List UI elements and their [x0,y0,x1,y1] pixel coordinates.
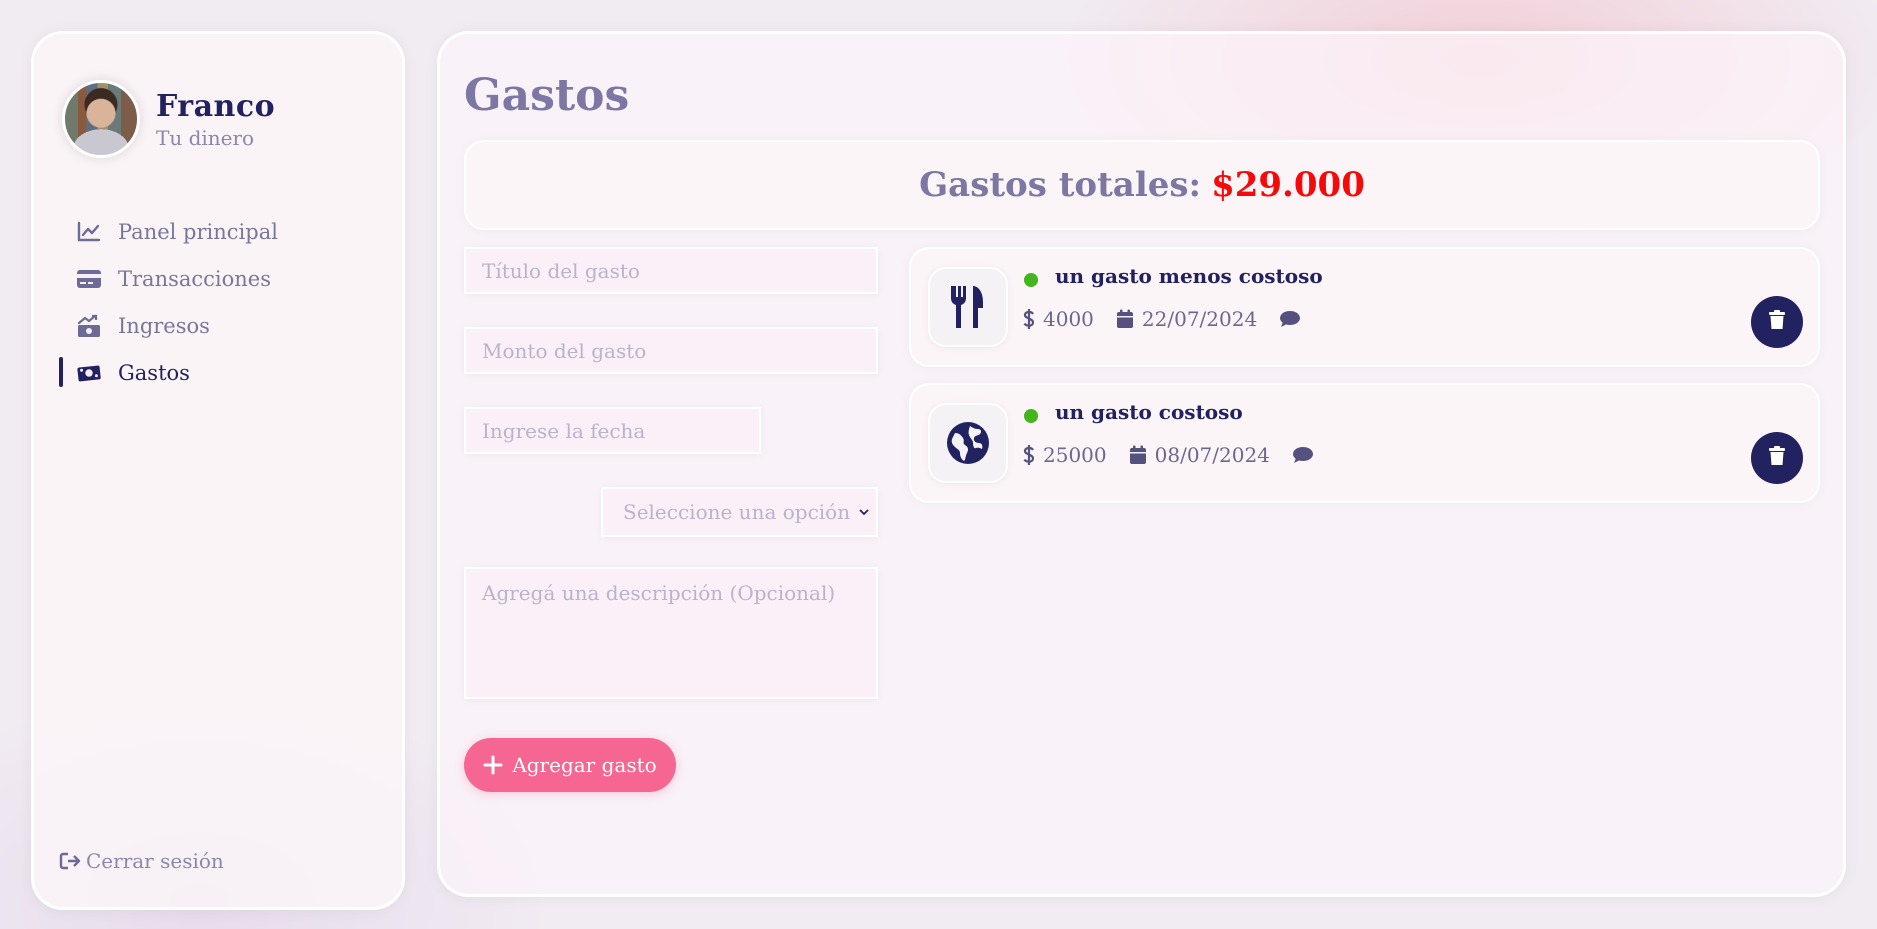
chart-line-icon [76,219,102,245]
user-subtitle: Tu dinero [156,125,255,150]
expense-card: un gasto menos costoso 4000 22/07/2024 [909,247,1820,367]
expense-description-textarea[interactable] [464,567,878,699]
trash-icon [1768,310,1786,334]
main-panel: Gastos Gastos totales: $29.000 Seleccion… [437,31,1846,897]
delete-expense-button[interactable] [1751,432,1803,484]
dollar-icon [1023,308,1035,330]
logout-button[interactable]: Cerrar sesión [59,849,224,873]
calendar-icon [1116,309,1134,329]
expense-card: un gasto costoso 25000 08/07/2024 [909,383,1820,503]
expense-title: un gasto costoso [1055,400,1243,424]
credit-card-icon [76,266,102,292]
user-name: Franco [156,88,276,124]
category-select[interactable]: Seleccione una opción [601,487,878,537]
sign-out-icon [59,850,83,872]
sidebar-item-label: Ingresos [118,313,210,338]
expense-meta: 25000 08/07/2024 [1023,443,1322,467]
total-value: $29.000 [1211,165,1365,205]
sidebar-item-gastos[interactable]: Gastos [34,349,402,396]
sidebar: Franco Tu dinero Panel principal Transac… [31,31,405,910]
delete-expense-button[interactable] [1751,296,1803,348]
category-select-value: Seleccione una opción [623,500,851,524]
plus-icon [483,755,503,775]
sidebar-item-label: Panel principal [118,219,278,244]
page-title: Gastos [464,70,630,121]
comment-icon[interactable] [1279,310,1301,328]
expense-title-input[interactable] [464,247,878,294]
expense-date: 08/07/2024 [1154,443,1270,467]
sidebar-item-label: Transacciones [118,266,271,291]
expense-meta: 4000 22/07/2024 [1023,307,1309,331]
money-bill-icon [76,360,102,386]
expense-title: un gasto menos costoso [1055,264,1323,288]
money-bill-trend-up-icon [76,313,102,339]
sidebar-item-panel-principal[interactable]: Panel principal [34,208,402,255]
globe-icon [928,403,1008,483]
sidebar-item-ingresos[interactable]: Ingresos [34,302,402,349]
utensils-icon [928,267,1008,347]
trash-icon [1768,446,1786,470]
sidebar-item-label: Gastos [118,360,190,385]
dollar-icon [1023,444,1035,466]
total-label: Gastos totales: [919,165,1202,205]
avatar [62,80,140,158]
status-dot [1024,273,1038,287]
expense-date: 22/07/2024 [1141,307,1258,331]
expense-amount: 25000 [1043,443,1107,467]
logout-label: Cerrar sesión [86,849,224,873]
expense-amount: 4000 [1043,307,1094,331]
add-expense-label: Agregar gasto [512,753,657,777]
sidebar-item-transacciones[interactable]: Transacciones [34,255,402,302]
add-expense-button[interactable]: Agregar gasto [464,738,676,792]
chevron-down-icon [858,506,870,518]
calendar-icon [1129,445,1147,465]
expense-amount-input[interactable] [464,327,878,374]
sidebar-menu: Panel principal Transacciones Ingresos G… [34,208,402,396]
user-profile: Franco Tu dinero [62,80,275,158]
comment-icon[interactable] [1292,446,1314,464]
expense-date-input[interactable] [464,407,761,454]
total-expenses-banner: Gastos totales: $29.000 [464,140,1820,230]
status-dot [1024,409,1038,423]
